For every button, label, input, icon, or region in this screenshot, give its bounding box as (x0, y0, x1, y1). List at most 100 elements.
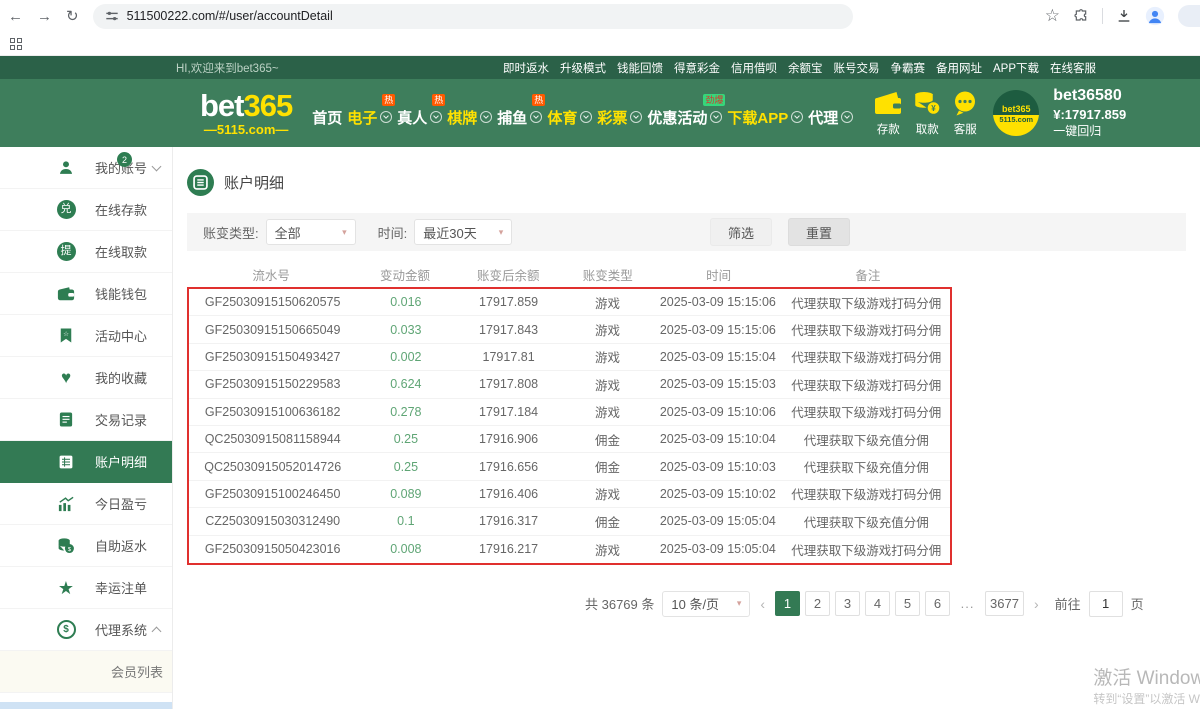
topbar-link-1[interactable]: 升级模式 (560, 60, 606, 76)
bookmark-star-icon[interactable]: ☆ (1045, 6, 1060, 26)
type-filter-select[interactable]: 全部 ▾ (266, 219, 356, 245)
site-logo[interactable]: bet365 —5115.com— (200, 90, 292, 137)
topbar-link-2[interactable]: 钱能回馈 (617, 60, 663, 76)
address-bar[interactable]: 511500222.com/#/user/accountDetail (93, 4, 853, 29)
topbar-link-3[interactable]: 得意彩金 (674, 60, 720, 76)
nav-item-promo[interactable]: 优惠活动劲爆 (647, 99, 722, 128)
chevron-up-icon[interactable] (153, 625, 160, 635)
sidebar-item-label: 在线存款 (95, 200, 147, 219)
download-icon[interactable] (1116, 8, 1132, 24)
forward-icon[interactable]: → (37, 8, 52, 25)
sidebar-item-label: 幸运注单 (95, 578, 147, 597)
notification-badge: 2 (117, 152, 132, 167)
heart-icon: ♥ (55, 369, 77, 386)
table-row: GF250309151002464500.08917916.406游戏2025-… (189, 481, 950, 508)
page-button-6[interactable]: 6 (925, 591, 950, 616)
header-action-withdraw[interactable]: ¥取款 (912, 90, 942, 137)
topbar-link-8[interactable]: 备用网址 (936, 60, 982, 76)
next-page-icon[interactable]: › (1032, 596, 1041, 612)
extensions-icon[interactable] (1073, 8, 1089, 24)
page-buttons: 123456...3677 (775, 591, 1024, 616)
cell-balance: 17917.859 (455, 295, 562, 309)
sidebar-item-activity-center[interactable]: ☆活动中心 (0, 315, 172, 357)
page-button-4[interactable]: 4 (865, 591, 890, 616)
welcome-text: HI,欢迎来到bet365~ (176, 60, 279, 76)
sidebar-item-qianneng-wallet[interactable]: 钱能钱包 (0, 273, 172, 315)
sidebar-item-my-account[interactable]: 我的账号2 (0, 147, 172, 189)
topbar-link-0[interactable]: 即时返水 (503, 60, 549, 76)
chevron-down-icon (580, 111, 592, 123)
header-action-service[interactable]: 客服 (951, 90, 979, 137)
table-row: CZ250309150303124900.117916.317佣金2025-03… (189, 508, 950, 535)
sidebar-item-favorites[interactable]: ♥我的收藏 (0, 357, 172, 399)
sidebar-item-online-withdraw[interactable]: 提在线取款 (0, 231, 172, 273)
sidebar-item-self-rebate[interactable]: $自助返水 (0, 525, 172, 567)
sidebar-item-account-detail[interactable]: 账户明细 (0, 441, 172, 483)
per-page-select[interactable]: 10 条/页 ▾ (662, 591, 750, 617)
chevron-down-icon[interactable] (153, 166, 160, 170)
nav-item-sports[interactable]: 体育 (547, 99, 592, 128)
nav-item-lottery[interactable]: 彩票 (597, 99, 642, 128)
topbar-link-6[interactable]: 账号交易 (833, 60, 879, 76)
table-row: GF250309151506205750.01617917.859游戏2025-… (189, 289, 950, 316)
profile-icon[interactable] (1145, 6, 1165, 26)
page-button-2[interactable]: 2 (805, 591, 830, 616)
page-button-5[interactable]: 5 (895, 591, 920, 616)
cell-balance: 17916.656 (455, 460, 562, 474)
time-filter-select[interactable]: 最近30天 ▾ (414, 219, 512, 245)
wallet-icon (873, 90, 903, 121)
topbar-link-5[interactable]: 余额宝 (788, 60, 823, 76)
sidebar-item-lucky-bets[interactable]: ★幸运注单 (0, 567, 172, 609)
page-button-1[interactable]: 1 (775, 591, 800, 616)
apps-grid-icon[interactable] (10, 38, 22, 50)
reset-button[interactable]: 重置 (788, 218, 850, 246)
goto-page-input[interactable] (1089, 591, 1123, 617)
sidebar-item-label: 会员列表 (111, 662, 163, 681)
records-icon (55, 411, 77, 428)
nav-item-fishing[interactable]: 捕鱼热 (497, 99, 542, 128)
sidebar-item-agent-system[interactable]: $代理系统 (0, 609, 172, 651)
round-logo-top: bet365 (993, 90, 1039, 115)
chevron-down-icon (630, 111, 642, 123)
cell-remark: 代理获取下级游戏打码分佣 (783, 320, 950, 339)
topbar-link-4[interactable]: 信用借呗 (731, 60, 777, 76)
nav-item-agent[interactable]: 代理 (808, 99, 853, 128)
header-action-deposit[interactable]: 存款 (873, 90, 903, 137)
topbar-link-7[interactable]: 争霸赛 (890, 60, 925, 76)
sidebar-item-today-profit[interactable]: 今日盈亏 (0, 483, 172, 525)
nav-item-label: 棋牌 (447, 107, 477, 128)
topbar-link-9[interactable]: APP下载 (993, 60, 1039, 76)
nav-item-slots[interactable]: 电子热 (347, 99, 392, 128)
table-row: GF250309151502295830.62417917.808游戏2025-… (189, 371, 950, 398)
one-key-return-button[interactable]: 一键回归 (1053, 124, 1126, 140)
chevron-down-icon (791, 111, 803, 123)
cell-type: 佣金 (562, 512, 653, 531)
headset-icon (951, 90, 979, 121)
header-action-label: 客服 (954, 121, 977, 137)
column-header-remark: 备注 (784, 265, 952, 284)
nav-item-app[interactable]: 下载APP (727, 99, 803, 128)
nav-item-home[interactable]: 首页 (312, 99, 342, 128)
url-text: 511500222.com/#/user/accountDetail (127, 9, 333, 23)
prev-page-icon[interactable]: ‹ (758, 596, 767, 612)
topbar-link-10[interactable]: 在线客服 (1050, 60, 1096, 76)
reload-icon[interactable]: ↻ (66, 7, 79, 25)
sidebar-item-member-list[interactable]: 会员列表 (0, 651, 172, 693)
cell-remark: 代理获取下级游戏打码分佣 (783, 484, 950, 503)
back-icon[interactable]: ← (8, 8, 23, 25)
table-row: QC250309150520147260.2517916.656佣金2025-0… (189, 453, 950, 480)
nav-item-live[interactable]: 真人热 (397, 99, 442, 128)
sidebar-item-online-deposit[interactable]: 兑在线存款 (0, 189, 172, 231)
round-logo[interactable]: bet365 5115.com (993, 90, 1039, 136)
browser-menu-icon[interactable] (1178, 5, 1200, 27)
cell-type: 游戏 (562, 347, 653, 366)
chevron-down-icon (710, 111, 722, 123)
nav-item-chess[interactable]: 棋牌 (447, 99, 492, 128)
cell-balance: 17916.317 (455, 514, 562, 528)
page-button-3[interactable]: 3 (835, 591, 860, 616)
cell-balance: 17916.217 (455, 542, 562, 556)
sidebar-item-transaction-records[interactable]: 交易记录 (0, 399, 172, 441)
page-button-3677[interactable]: 3677 (985, 591, 1024, 616)
filter-button[interactable]: 筛选 (710, 218, 772, 246)
site-info-icon[interactable] (105, 9, 119, 23)
